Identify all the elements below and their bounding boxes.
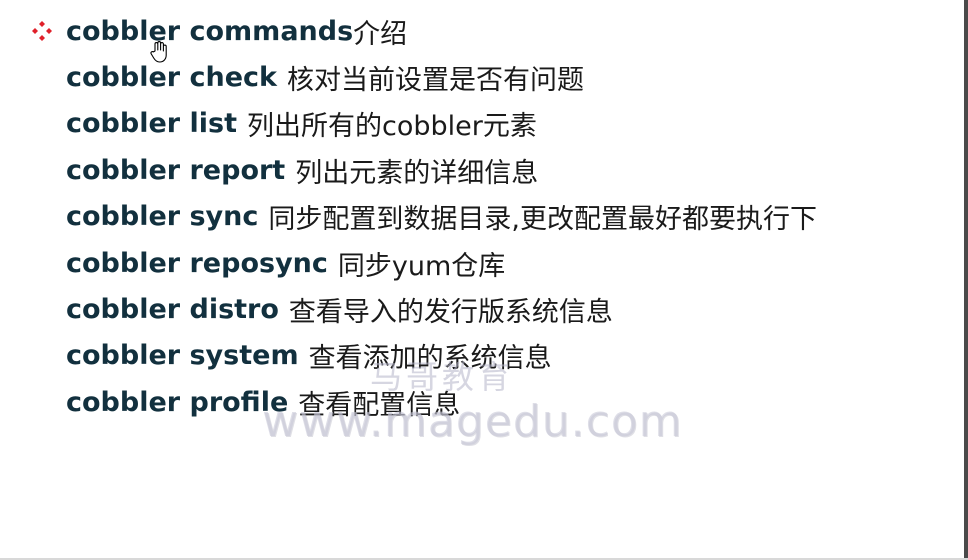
slide: cobbler commands 介绍 cobbler check 核对当前设置… [0,0,968,560]
list-item: cobbler reposync 同步yum仓库 [30,240,960,286]
window-edge [964,0,968,560]
hand-cursor-icon [148,40,170,64]
command-description: 列出元素的详细信息 [295,157,539,189]
command-text: cobbler profile [66,386,289,418]
command-text: cobbler system [66,340,299,372]
command-text: cobbler distro [66,294,279,326]
list-item: cobbler list 列出所有的cobbler元素 [30,101,960,147]
command-text: cobbler reposync [66,247,328,279]
command-text: cobbler report [66,154,286,186]
command-description: 列出所有的cobbler元素 [246,111,537,143]
command-description: 同步配置到数据目录,更改配置最好都要执行下 [268,204,817,236]
heading-command: cobbler commands [66,15,354,47]
list-item: cobbler sync 同步配置到数据目录,更改配置最好都要执行下 [30,194,960,240]
command-text: cobbler sync [66,201,259,233]
command-description: 核对当前设置是否有问题 [287,65,584,97]
heading-description: 介绍 [353,18,408,50]
command-text: cobbler check [66,62,277,94]
list-item: cobbler report 列出元素的详细信息 [30,147,960,193]
watermark-logo-text: 马哥教育 [370,358,515,396]
list-item: cobbler distro 查看导入的发行版系统信息 [30,286,960,332]
four-diamond-bullet-icon [30,19,66,43]
command-description: 同步yum仓库 [337,250,506,282]
command-text: cobbler list [66,108,237,140]
watermark-url: www.magedu.com [262,396,683,447]
command-description: 查看导入的发行版系统信息 [288,297,613,329]
